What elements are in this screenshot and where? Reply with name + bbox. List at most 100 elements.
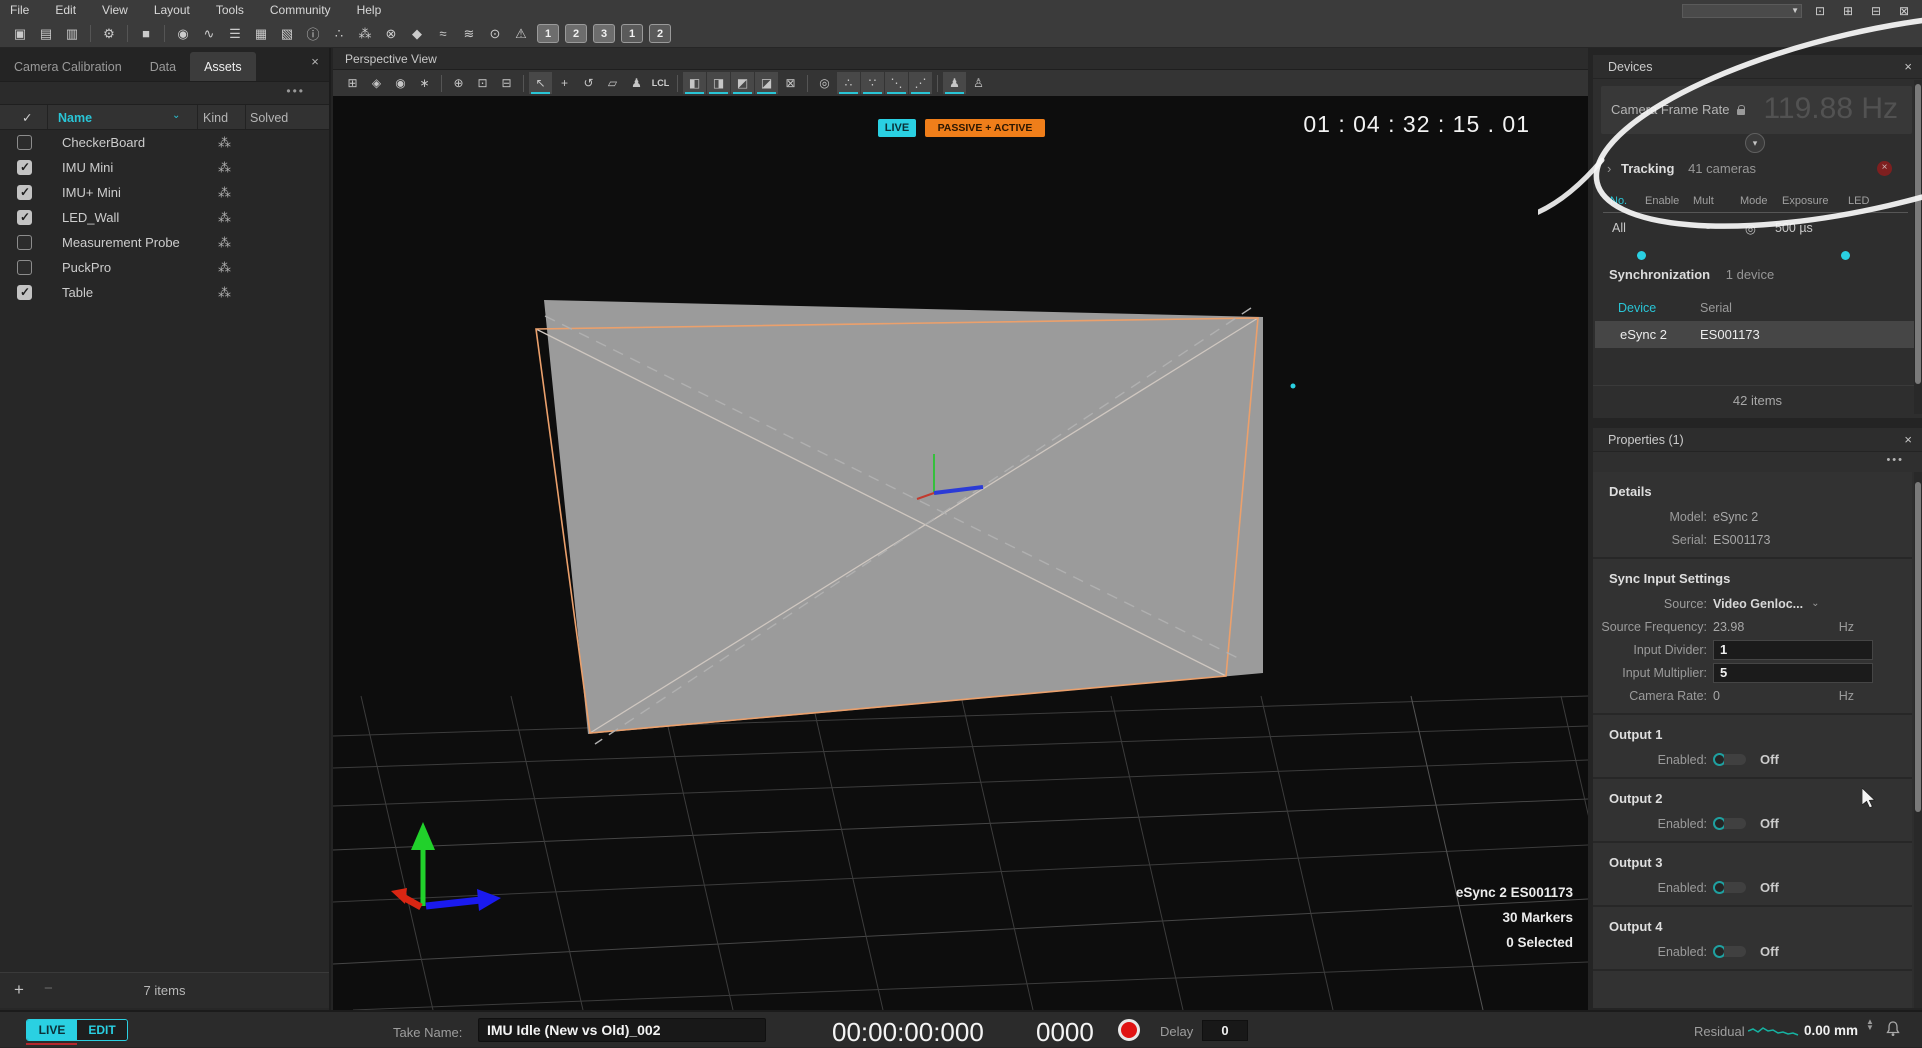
layout-1-button[interactable]: 1 xyxy=(537,24,559,43)
stepper-arrows-icon[interactable]: ▲▼ xyxy=(1866,1019,1874,1031)
local-coords-button[interactable]: LCL xyxy=(649,72,672,94)
output-2-title[interactable]: Output 2 xyxy=(1601,787,1904,812)
chevron-down-icon[interactable]: ⌄ xyxy=(1811,598,1819,609)
kind-column-header[interactable]: Kind xyxy=(203,111,228,125)
camera-alert-icon[interactable]: ⚠ xyxy=(509,23,533,45)
select-tool-icon[interactable]: ↖ xyxy=(529,72,552,94)
live-mode-button[interactable]: LIVE xyxy=(27,1020,77,1040)
close-icon[interactable]: × xyxy=(307,54,323,70)
select-cameras-icon[interactable]: ⊠ xyxy=(779,72,802,94)
show-avatar-icon[interactable]: ♙ xyxy=(967,72,990,94)
record-button[interactable] xyxy=(1118,1019,1140,1041)
zoom-fit-icon[interactable]: ⊟ xyxy=(495,72,518,94)
tracker-fan-icon[interactable]: ∗ xyxy=(413,72,436,94)
tab-camera-calibration[interactable]: Camera Calibration xyxy=(0,52,136,81)
asset-checkbox[interactable] xyxy=(17,185,32,200)
delay-input[interactable] xyxy=(1202,1020,1248,1041)
tracking-error-icon[interactable]: × xyxy=(1877,161,1892,176)
output-1-enabled-toggle[interactable] xyxy=(1713,753,1746,766)
col-led[interactable]: LED xyxy=(1848,195,1869,207)
calibration-wand-icon[interactable]: ∿ xyxy=(197,23,221,45)
asset-checkbox[interactable] xyxy=(17,210,32,225)
asset-icon[interactable]: ∴ xyxy=(327,23,351,45)
asset-checkbox[interactable] xyxy=(17,160,32,175)
graph-1-icon[interactable]: ≈ xyxy=(431,23,455,45)
panel-menu-icon[interactable]: ••• xyxy=(286,84,305,98)
layout-edit-icon[interactable]: ⊠ xyxy=(1894,3,1914,19)
exposure-value[interactable]: 500 µs xyxy=(1775,221,1813,235)
panel-menu-icon[interactable]: ••• xyxy=(1886,454,1904,466)
output-2-enabled-toggle[interactable] xyxy=(1713,817,1746,830)
video-playback-icon[interactable]: ▧ xyxy=(275,23,299,45)
layout-preset-dropdown[interactable]: ▼ xyxy=(1682,4,1802,18)
table-row[interactable]: IMU+ Mini ⁂ xyxy=(0,180,329,205)
col-exposure[interactable]: Exposure xyxy=(1782,195,1828,207)
chevron-right-icon[interactable]: › xyxy=(1607,161,1611,176)
show-skeleton-icon[interactable]: ♟ xyxy=(943,72,966,94)
table-row[interactable]: CheckerBoard ⁂ xyxy=(0,130,329,155)
select-skeletons-icon[interactable]: ◪ xyxy=(755,72,778,94)
edit-mode-button[interactable]: EDIT xyxy=(77,1020,127,1040)
close-icon[interactable]: × xyxy=(1904,59,1912,74)
output-4-title[interactable]: Output 4 xyxy=(1601,915,1904,940)
table-row[interactable]: PuckPro ⁂ xyxy=(0,255,329,280)
perspective-viewport[interactable]: Perspective View ⊞ ◈ ◉ ∗ ⊕ ⊡ ⊟ ↖ + ↺ ▱ ♟… xyxy=(333,48,1588,1010)
menu-layout[interactable]: Layout xyxy=(154,3,190,17)
viewport-tab-label[interactable]: Perspective View xyxy=(345,52,437,66)
source-dropdown[interactable]: Video Genloc... xyxy=(1713,597,1803,611)
zoom-window-icon[interactable]: ⊡ xyxy=(471,72,494,94)
rotate-tool-icon[interactable]: ↺ xyxy=(577,72,600,94)
info-icon[interactable]: ⓘ xyxy=(301,23,325,45)
solved-column-header[interactable]: Solved xyxy=(250,111,288,125)
layout-camera-icon[interactable]: ⊟ xyxy=(1866,3,1886,19)
scale-tool-icon[interactable]: ▱ xyxy=(601,72,624,94)
synchronization-group-row[interactable]: Synchronization 1 device xyxy=(1609,267,1774,282)
visibility-eye-icon[interactable]: ◎ xyxy=(813,72,836,94)
menu-file[interactable]: File xyxy=(10,3,29,17)
layout-2-button[interactable]: 2 xyxy=(565,24,587,43)
menu-view[interactable]: View xyxy=(102,3,128,17)
layout-skeleton-icon[interactable]: ⊞ xyxy=(1838,3,1858,19)
3d-scene[interactable] xyxy=(333,96,1588,1010)
table-row[interactable]: Measurement Probe ⁂ xyxy=(0,230,329,255)
menu-help[interactable]: Help xyxy=(357,3,382,17)
table-row[interactable]: eSync 2 ES001173 xyxy=(1595,321,1918,348)
tracking-group-row[interactable]: › Tracking 41 cameras xyxy=(1607,161,1756,176)
sort-chevron-icon[interactable]: ⌄ xyxy=(172,110,180,121)
col-enable[interactable]: Enable xyxy=(1645,195,1679,207)
col-mode[interactable]: Mode xyxy=(1740,195,1768,207)
asset-checkbox[interactable] xyxy=(17,285,32,300)
asset-checkbox[interactable] xyxy=(17,135,32,150)
table-row[interactable]: LED_Wall ⁂ xyxy=(0,205,329,230)
sync-input-settings-title[interactable]: Sync Input Settings xyxy=(1601,567,1904,592)
take-name-input[interactable] xyxy=(478,1018,766,1042)
show-markers-icon[interactable]: ∴ xyxy=(837,72,860,94)
show-labeled-markers-icon[interactable]: ∵ xyxy=(861,72,884,94)
menu-tools[interactable]: Tools xyxy=(216,3,244,17)
camera-layout-2-button[interactable]: 2 xyxy=(649,24,671,43)
save-icon[interactable]: ▤ xyxy=(34,23,58,45)
name-column-header[interactable]: Name xyxy=(58,111,92,125)
camera-snapshot-icon[interactable]: ◉ xyxy=(389,72,412,94)
save-as-icon[interactable]: ▥ xyxy=(60,23,84,45)
camera-preview-icon[interactable]: ◉ xyxy=(171,23,195,45)
col-device[interactable]: Device xyxy=(1618,301,1656,315)
menu-community[interactable]: Community xyxy=(270,3,331,17)
output-3-title[interactable]: Output 3 xyxy=(1601,851,1904,876)
table-row[interactable]: Table ⁂ xyxy=(0,280,329,305)
zoom-in-icon[interactable]: ⊕ xyxy=(447,72,470,94)
select-rigid-bodies-icon[interactable]: ◨ xyxy=(707,72,730,94)
notification-bell-icon[interactable] xyxy=(1886,1021,1900,1037)
marker-set-icon[interactable]: ⁂ xyxy=(353,23,377,45)
archive-icon[interactable]: ▦ xyxy=(249,23,273,45)
live-edit-toggle[interactable]: LIVE EDIT xyxy=(26,1019,128,1041)
show-marker-labels-icon[interactable]: ⋰ xyxy=(909,72,932,94)
translate-tool-icon[interactable]: + xyxy=(553,72,576,94)
streaming-icon[interactable]: ⊙ xyxy=(483,23,507,45)
properties-scrollbar[interactable] xyxy=(1914,472,1922,1008)
check-column-header[interactable]: ✓ xyxy=(22,110,32,125)
tab-data[interactable]: Data xyxy=(136,52,190,81)
col-mult[interactable]: Mult xyxy=(1693,195,1714,207)
skeleton-tool-icon[interactable]: ♟ xyxy=(625,72,648,94)
open-project-icon[interactable]: ▣ xyxy=(8,23,32,45)
